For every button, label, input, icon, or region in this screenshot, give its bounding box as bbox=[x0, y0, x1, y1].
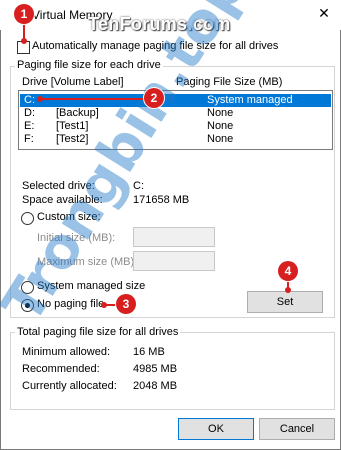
drive-letter: E: bbox=[24, 120, 34, 133]
currently-allocated-label: Currently allocated: bbox=[22, 380, 117, 392]
maximum-size-input[interactable] bbox=[133, 251, 215, 271]
drive-size: None bbox=[207, 120, 233, 133]
minimum-allowed-label: Minimum allowed: bbox=[22, 346, 110, 358]
space-available-value: 171658 MB bbox=[133, 194, 189, 206]
drive-label: [Backup] bbox=[56, 107, 99, 120]
drive-label: [Test1] bbox=[56, 120, 88, 133]
col-header-drive: Drive [Volume Label] bbox=[22, 76, 124, 88]
recommended-value: 4985 MB bbox=[133, 363, 177, 375]
callout-3-dot bbox=[101, 302, 107, 308]
drive-size: None bbox=[207, 107, 233, 120]
set-button[interactable]: Set bbox=[247, 291, 323, 313]
ok-button[interactable]: OK bbox=[178, 418, 254, 440]
close-icon[interactable]: ✕ bbox=[313, 2, 335, 24]
callout-3-badge: 3 bbox=[116, 294, 136, 314]
drive-row-f[interactable]: F: [Test2] None bbox=[20, 133, 331, 146]
callout-4-dot bbox=[285, 287, 291, 293]
drive-size: System managed bbox=[207, 94, 293, 107]
callout-1-dot bbox=[21, 38, 27, 44]
cancel-button[interactable]: Cancel bbox=[259, 418, 335, 440]
drive-label: [Test2] bbox=[56, 133, 88, 146]
drive-letter: F: bbox=[24, 133, 34, 146]
callout-2-dot bbox=[37, 96, 43, 102]
callout-1-badge: 1 bbox=[14, 4, 34, 24]
currently-allocated-value: 2048 MB bbox=[133, 380, 177, 392]
initial-size-input[interactable] bbox=[133, 227, 215, 247]
callout-4-badge: 4 bbox=[278, 261, 298, 281]
custom-size-radio[interactable] bbox=[21, 212, 34, 225]
callout-2-line bbox=[40, 98, 146, 100]
drive-letter: C: bbox=[24, 94, 35, 107]
drive-letter: D: bbox=[24, 107, 35, 120]
recommended-label: Recommended: bbox=[22, 363, 100, 375]
drive-size: None bbox=[207, 133, 233, 146]
minimum-allowed-value: 16 MB bbox=[133, 346, 165, 358]
callout-2-badge: 2 bbox=[144, 88, 164, 108]
